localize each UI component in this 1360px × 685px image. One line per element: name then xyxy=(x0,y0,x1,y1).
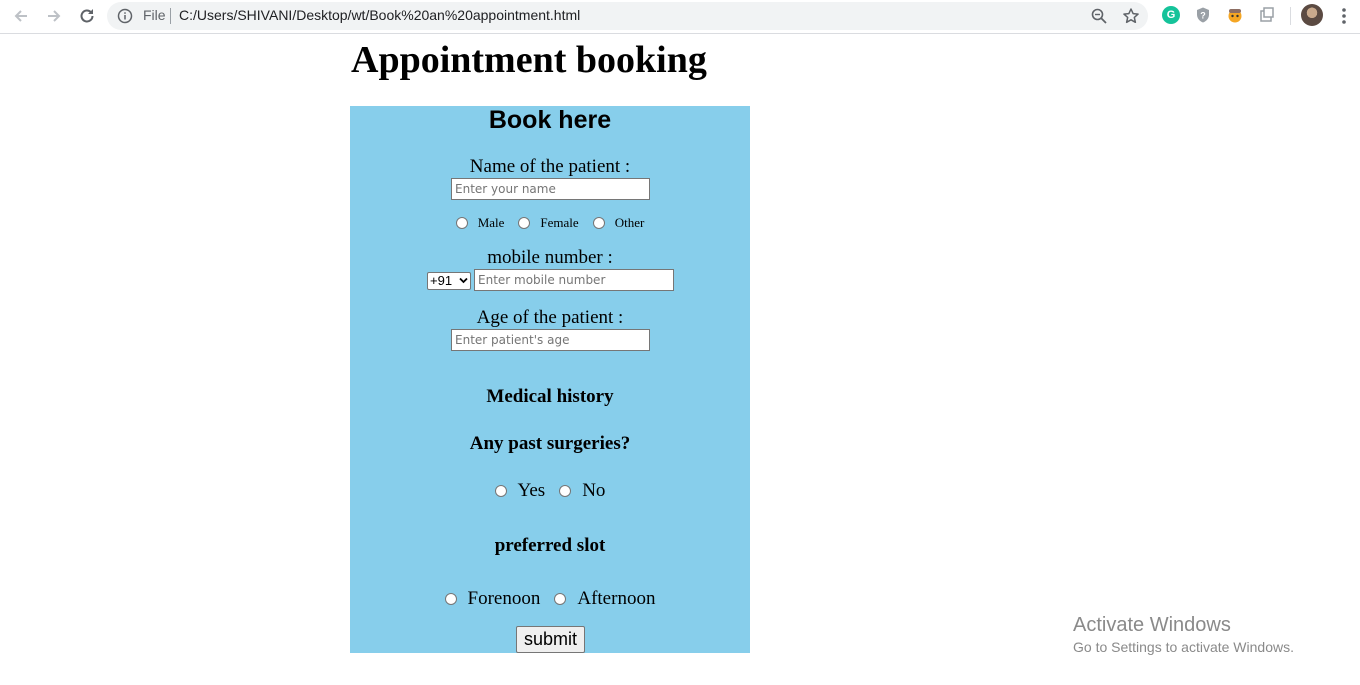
booking-form: Book here Name of the patient : Male Fem… xyxy=(350,106,750,653)
zoom-icon[interactable] xyxy=(1090,7,1108,25)
country-code-value: +91 xyxy=(430,273,453,288)
forward-button[interactable] xyxy=(42,5,66,27)
chevron-down-icon xyxy=(459,277,468,284)
reload-button[interactable] xyxy=(75,5,99,27)
surgery-radio-yes[interactable] xyxy=(494,485,507,497)
mobile-input[interactable] xyxy=(474,269,674,291)
more-menu-icon[interactable] xyxy=(1338,6,1350,26)
back-arrow-icon xyxy=(14,10,27,22)
slot-heading: preferred slot xyxy=(494,535,606,556)
toolbar-divider xyxy=(1290,7,1291,25)
mobile-label: mobile number : xyxy=(487,247,613,268)
gender-label-female: Female xyxy=(540,215,579,231)
gender-radio-male[interactable] xyxy=(455,217,468,230)
svg-text:?: ? xyxy=(1200,11,1206,21)
address-bar[interactable]: File C:/Users/SHIVANI/Desktop/wt/Book%20… xyxy=(107,2,1148,30)
name-label: Name of the patient : xyxy=(469,156,631,177)
activation-watermark-subtitle: Go to Settings to activate Windows. xyxy=(1073,639,1294,655)
medical-history-heading: Medical history xyxy=(486,386,614,407)
gender-group: Male Female Other xyxy=(350,214,750,232)
form-heading: Book here xyxy=(488,106,612,134)
surgery-label-yes: Yes xyxy=(517,480,546,501)
age-label: Age of the patient : xyxy=(476,307,624,328)
surgery-label-no: No xyxy=(582,480,606,501)
shield-extension-icon[interactable]: ? xyxy=(1194,6,1212,24)
profile-avatar[interactable] xyxy=(1301,4,1323,26)
activation-watermark-title: Activate Windows xyxy=(1073,614,1231,636)
slot-radio-afternoon[interactable] xyxy=(554,593,567,605)
reload-icon xyxy=(80,9,94,23)
grammarly-icon[interactable]: G xyxy=(1162,6,1180,24)
forward-arrow-icon xyxy=(48,10,61,22)
gender-label-other: Other xyxy=(614,215,645,231)
slot-radio-forenoon[interactable] xyxy=(444,593,457,605)
url-text[interactable]: C:/Users/SHIVANI/Desktop/wt/Book%20an%20… xyxy=(179,7,580,23)
gender-radio-female[interactable] xyxy=(518,217,531,230)
surgeries-question: Any past surgeries? xyxy=(469,433,631,454)
gender-radio-other[interactable] xyxy=(592,217,605,230)
surgery-radio-no[interactable] xyxy=(559,485,572,497)
age-input[interactable] xyxy=(451,329,650,351)
bookmark-star-icon[interactable] xyxy=(1122,7,1140,25)
gender-label-male: Male xyxy=(477,215,505,231)
page-title: Appointment booking xyxy=(351,39,707,81)
puzzle-extension-icon[interactable] xyxy=(1258,6,1276,24)
submit-button[interactable]: submit xyxy=(516,626,585,653)
slot-label-forenoon: Forenoon xyxy=(467,588,541,609)
browser-toolbar: File C:/Users/SHIVANI/Desktop/wt/Book%20… xyxy=(0,0,1360,34)
name-input[interactable] xyxy=(451,178,650,200)
file-scheme-label: File xyxy=(143,7,166,23)
info-icon[interactable] xyxy=(117,8,133,24)
surgery-group: Yes No xyxy=(350,480,750,502)
face-extension-icon[interactable] xyxy=(1226,6,1244,24)
country-code-select[interactable]: +91 xyxy=(427,272,471,290)
back-button[interactable] xyxy=(9,5,33,27)
address-divider xyxy=(170,8,171,24)
slot-group: Forenoon Afternoon xyxy=(350,588,750,610)
slot-label-afternoon: Afternoon xyxy=(577,588,656,609)
